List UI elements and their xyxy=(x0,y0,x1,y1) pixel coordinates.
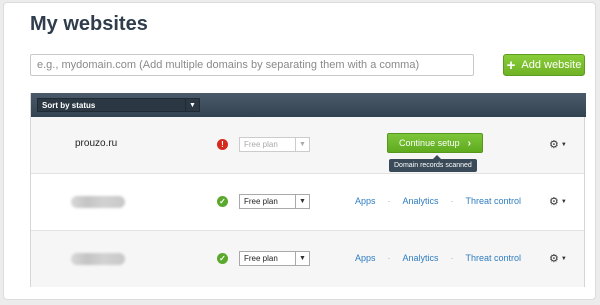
plan-select[interactable]: Free plan ▼ xyxy=(239,194,310,209)
domain-input[interactable] xyxy=(30,54,474,76)
chevron-down-icon: ▼ xyxy=(295,195,309,208)
threat-control-link[interactable]: Threat control xyxy=(466,196,522,206)
check-icon: ✓ xyxy=(217,196,228,207)
check-icon: ✓ xyxy=(217,253,228,264)
gear-icon: ⚙ xyxy=(549,195,559,208)
status-tooltip: Domain records scanned xyxy=(389,155,477,172)
warning-icon: ! xyxy=(217,139,228,150)
settings-menu-button[interactable]: ⚙ ▼ xyxy=(549,139,569,151)
plan-select: Free plan ▼ xyxy=(239,137,310,152)
analytics-link[interactable]: Analytics xyxy=(403,253,439,263)
row-links: Apps · Analytics · Threat control xyxy=(355,196,521,206)
table-row: prouzo.ru ! Free plan ▼ Continue setup ›… xyxy=(31,117,584,173)
plan-select-label: Free plan xyxy=(244,197,278,206)
websites-card: My websites + Add website Sort by status… xyxy=(3,2,596,300)
settings-menu-button[interactable]: ⚙ ▼ xyxy=(549,196,569,208)
domain-name-redacted xyxy=(71,253,125,265)
link-separator: · xyxy=(387,253,391,263)
plus-icon: + xyxy=(506,56,516,74)
chevron-down-icon: ▼ xyxy=(295,138,309,151)
plan-select-label: Free plan xyxy=(244,254,278,263)
table-header: Sort by status ▼ xyxy=(31,93,586,117)
table-row: ✓ Free plan ▼ Apps · Analytics · Threat … xyxy=(31,230,584,287)
sort-select[interactable]: Sort by status ▼ xyxy=(37,98,200,112)
domain-name-redacted xyxy=(71,196,125,208)
chevron-down-icon: ▼ xyxy=(185,99,199,111)
sort-select-label: Sort by status xyxy=(42,100,96,110)
link-separator: · xyxy=(450,196,454,206)
gear-icon: ⚙ xyxy=(549,138,559,151)
continue-setup-button[interactable]: Continue setup › xyxy=(387,133,483,153)
threat-control-link[interactable]: Threat control xyxy=(466,253,522,263)
add-website-button[interactable]: + Add website xyxy=(503,54,585,76)
gear-icon: ⚙ xyxy=(549,252,559,265)
row-links: Apps · Analytics · Threat control xyxy=(355,253,521,263)
domain-name: prouzo.ru xyxy=(75,138,118,149)
apps-link[interactable]: Apps xyxy=(355,253,376,263)
chevron-down-icon: ▼ xyxy=(295,252,309,265)
settings-menu-button[interactable]: ⚙ ▼ xyxy=(549,253,569,265)
caret-down-icon: ▼ xyxy=(560,142,567,148)
chevron-right-icon: › xyxy=(467,137,471,149)
add-website-label: Add website xyxy=(521,59,582,71)
caret-down-icon: ▼ xyxy=(560,256,567,262)
caret-down-icon: ▼ xyxy=(560,199,567,205)
plan-select-label: Free plan xyxy=(244,140,278,149)
link-separator: · xyxy=(450,253,454,263)
apps-link[interactable]: Apps xyxy=(355,196,376,206)
table-row: ✓ Free plan ▼ Apps · Analytics · Threat … xyxy=(31,173,584,230)
continue-setup-label: Continue setup xyxy=(399,138,460,148)
page-title: My websites xyxy=(30,13,148,35)
link-separator: · xyxy=(387,196,391,206)
websites-table: Sort by status ▼ prouzo.ru ! Free plan ▼… xyxy=(30,93,586,287)
analytics-link[interactable]: Analytics xyxy=(403,196,439,206)
plan-select[interactable]: Free plan ▼ xyxy=(239,251,310,266)
